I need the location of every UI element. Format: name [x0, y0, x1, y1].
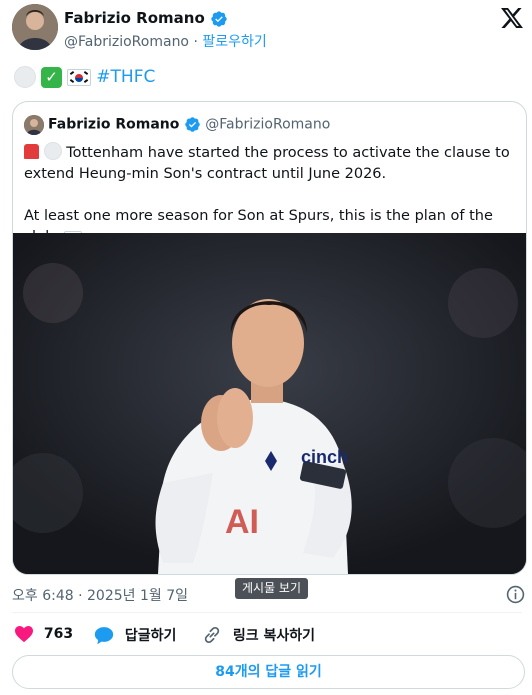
- tweet-text: ✓ #THFC: [14, 66, 155, 90]
- rotating-light-icon: [24, 144, 39, 159]
- like-count: 763: [43, 626, 74, 642]
- reply-bubble-icon: [94, 626, 114, 644]
- divider: [12, 612, 522, 613]
- quote-author-handle: @FabrizioRomano: [205, 116, 331, 133]
- quote-line-2: extend Heung-min Son's contract until Ju…: [24, 166, 387, 182]
- reply-button[interactable]: 답글하기: [94, 625, 176, 645]
- separator-dot: ·: [193, 34, 198, 50]
- author-name[interactable]: Fabrizio Romano: [64, 9, 205, 27]
- link-icon: [204, 626, 220, 644]
- author-handle[interactable]: @FabrizioRomano: [64, 34, 189, 50]
- read-replies-button[interactable]: 84개의 답글 읽기: [12, 655, 525, 689]
- svg-text:cinch: cinch: [301, 447, 348, 467]
- author-name-row[interactable]: Fabrizio Romano: [64, 9, 228, 28]
- author-avatar[interactable]: [12, 4, 58, 50]
- player-illustration: cinch AI: [13, 233, 526, 574]
- quoted-tweet-card[interactable]: Fabrizio Romano @FabrizioRomano Tottenha…: [12, 101, 527, 575]
- copy-link-label: 링크 복사하기: [232, 628, 316, 644]
- white-circle-icon: [43, 142, 62, 160]
- avatar-image: [12, 4, 58, 50]
- copy-link-button[interactable]: 링크 복사하기: [202, 625, 315, 645]
- view-post-tooltip: 게시물 보기: [235, 578, 309, 599]
- quote-author-name: Fabrizio Romano: [48, 116, 180, 133]
- korea-flag-icon: [67, 68, 92, 86]
- x-logo-icon[interactable]: [500, 7, 524, 29]
- verified-badge-icon: [211, 10, 227, 27]
- reply-label: 답글하기: [124, 628, 177, 644]
- svg-text:AI: AI: [225, 503, 259, 541]
- quote-author-avatar: [24, 115, 44, 135]
- check-mark-icon: ✓: [41, 66, 63, 88]
- like-button[interactable]: 763: [14, 625, 73, 645]
- info-icon[interactable]: [506, 585, 525, 604]
- quote-line-1: Tottenham have started the process to ac…: [66, 145, 510, 161]
- author-handle-row: @FabrizioRomano · 팔로우하기: [64, 31, 267, 51]
- hashtag-link[interactable]: #THFC: [96, 67, 155, 87]
- player-photo[interactable]: cinch AI: [13, 233, 526, 574]
- follow-button[interactable]: 팔로우하기: [202, 34, 266, 50]
- tweet-timestamp[interactable]: 오후 6:48 · 2025년 1월 7일: [12, 585, 188, 605]
- verified-badge-icon: [185, 117, 200, 132]
- white-circle-icon: [14, 66, 36, 88]
- quote-author-row: Fabrizio Romano @FabrizioRomano: [48, 116, 330, 133]
- heart-icon: [15, 625, 33, 643]
